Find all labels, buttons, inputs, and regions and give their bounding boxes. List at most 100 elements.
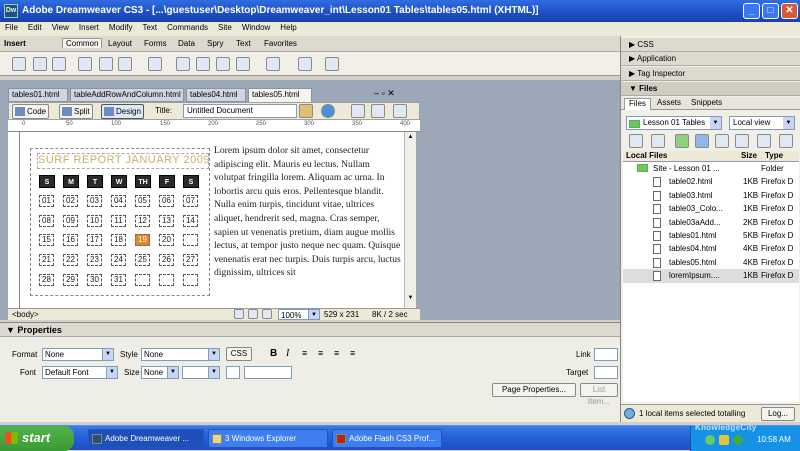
- target-select[interactable]: [594, 366, 618, 379]
- server-side-include-icon[interactable]: [196, 57, 210, 71]
- tab-favorites[interactable]: Favorites: [264, 39, 297, 48]
- tab-text[interactable]: Text: [236, 39, 251, 48]
- application-panel-header[interactable]: ▶ Application: [621, 52, 800, 66]
- expand-icon[interactable]: [779, 134, 793, 148]
- justify-icon[interactable]: ≡: [350, 348, 355, 358]
- calendar-cell[interactable]: 23: [87, 254, 102, 266]
- size-unit-select[interactable]: ▼: [182, 366, 220, 379]
- lorem-ipsum-text[interactable]: Lorem ipsum dolor sit amet, consectetur …: [214, 144, 402, 280]
- style-select[interactable]: None ▼: [141, 348, 220, 361]
- network-icon[interactable]: [705, 435, 715, 445]
- font-select[interactable]: Default Font ▼: [42, 366, 118, 379]
- vertical-scrollbar[interactable]: ▲ ▼: [404, 132, 416, 308]
- task-flash[interactable]: Adobe Flash CS3 Prof...: [332, 429, 442, 448]
- menu-commands[interactable]: Commands: [162, 22, 213, 33]
- file-management-icon[interactable]: [299, 104, 313, 118]
- menu-window[interactable]: Window: [237, 22, 275, 33]
- column-size[interactable]: Size: [741, 151, 757, 160]
- put-files-icon[interactable]: [695, 134, 709, 148]
- column-type[interactable]: Type: [765, 151, 783, 160]
- list-item-button[interactable]: List Item...: [580, 383, 618, 406]
- calendar-cell[interactable]: 04: [111, 195, 126, 207]
- calendar-cell[interactable]: 31: [111, 274, 126, 286]
- calendar-cell[interactable]: 12: [135, 215, 150, 227]
- task-windows-explorer[interactable]: 3 Windows Explorer: [208, 429, 328, 448]
- check-out-icon[interactable]: [715, 134, 729, 148]
- minimize-button[interactable]: _: [743, 3, 760, 19]
- hyperlink-icon[interactable]: [12, 57, 26, 71]
- calendar-cell[interactable]: 16: [63, 234, 78, 246]
- doc-tab-addrowandcolumn[interactable]: tableAddRowAndColumn.html: [70, 88, 184, 102]
- text-color-input[interactable]: [244, 366, 292, 379]
- calendar-cell[interactable]: 01: [39, 195, 54, 207]
- doc-tab-tables05[interactable]: tables05.html: [248, 88, 312, 102]
- bold-button[interactable]: B: [270, 348, 277, 359]
- tag-chooser-icon[interactable]: [325, 57, 339, 71]
- refresh-icon[interactable]: [651, 134, 665, 148]
- tab-assets[interactable]: Assets: [653, 98, 685, 110]
- view-options-icon[interactable]: [371, 104, 385, 118]
- clock[interactable]: 10:58 AM: [757, 435, 791, 444]
- calendar-cell[interactable]: 13: [159, 215, 174, 227]
- calendar-cell[interactable]: [135, 274, 150, 286]
- calendar-cell[interactable]: 27: [183, 254, 198, 266]
- refresh-icon[interactable]: [351, 104, 365, 118]
- file-row[interactable]: table03.html 1KB Firefox D: [623, 189, 799, 202]
- insert-bar-label[interactable]: Insert: [4, 39, 26, 48]
- window-size[interactable]: 529 x 231: [324, 310, 359, 319]
- menu-text[interactable]: Text: [137, 22, 162, 33]
- calendar-cell[interactable]: 08: [39, 215, 54, 227]
- split-view-button[interactable]: Split: [59, 104, 93, 119]
- zoom-tool-icon[interactable]: [262, 309, 272, 319]
- preview-in-browser-icon[interactable]: [321, 104, 335, 118]
- calendar-cell[interactable]: 18: [111, 234, 126, 246]
- email-link-icon[interactable]: [33, 57, 47, 71]
- menu-insert[interactable]: Insert: [74, 22, 104, 33]
- design-view-button[interactable]: Design: [101, 104, 144, 119]
- file-row[interactable]: tables01.html 5KB Firefox D: [623, 229, 799, 242]
- calendar-cell[interactable]: [183, 234, 198, 246]
- code-view-button[interactable]: Code: [12, 104, 50, 119]
- date-icon[interactable]: [176, 57, 190, 71]
- italic-button[interactable]: I: [286, 348, 289, 359]
- menu-help[interactable]: Help: [275, 22, 301, 33]
- file-row[interactable]: loremIpsum.... 1KB Firefox D: [623, 269, 799, 283]
- document-title-input[interactable]: Untitled Document: [183, 104, 297, 118]
- align-left-icon[interactable]: ≡: [302, 348, 307, 358]
- doc-window-controls[interactable]: – ▫ ✕: [374, 88, 395, 99]
- calendar-table[interactable]: SURF REPORT JANUARY 2009 S M T W TH F S 01 02 03 0…: [30, 148, 210, 296]
- calendar-cell[interactable]: 30: [87, 274, 102, 286]
- files-panel-header[interactable]: ▼ Files: [621, 82, 800, 96]
- column-local-files[interactable]: Local Files: [626, 151, 667, 160]
- file-row[interactable]: table03aAdd... 2KB Firefox D: [623, 216, 799, 229]
- view-select[interactable]: Local view ▼: [729, 116, 795, 130]
- calendar-cell[interactable]: 09: [63, 215, 78, 227]
- body-tag[interactable]: <body>: [12, 310, 39, 319]
- menu-modify[interactable]: Modify: [104, 22, 138, 33]
- calendar-cell[interactable]: 14: [183, 215, 198, 227]
- tag-inspector-panel-header[interactable]: ▶ Tag Inspector: [621, 67, 800, 81]
- file-row[interactable]: tables04.html 4KB Firefox D: [623, 242, 799, 255]
- align-center-icon[interactable]: ≡: [318, 348, 323, 358]
- calendar-cell[interactable]: 22: [63, 254, 78, 266]
- scroll-down-arrow-icon[interactable]: ▼: [406, 295, 415, 304]
- visual-aids-icon[interactable]: [393, 104, 407, 118]
- calendar-cell[interactable]: 03: [87, 195, 102, 207]
- tab-common[interactable]: Common: [62, 38, 103, 48]
- file-row[interactable]: table02.html 1KB Firefox D: [623, 175, 799, 188]
- calendar-cell[interactable]: 29: [63, 274, 78, 286]
- site-select[interactable]: Lesson 01 Tables ▼: [626, 116, 722, 130]
- calendar-cell[interactable]: 07: [183, 195, 198, 207]
- div-icon[interactable]: [99, 57, 113, 71]
- file-row[interactable]: tables05.html 4KB Firefox D: [623, 256, 799, 269]
- doc-tab-tables01[interactable]: tables01.html: [8, 88, 68, 102]
- design-view[interactable]: SURF REPORT JANUARY 2009 S M T W TH F S 01 02 03 0…: [20, 132, 412, 308]
- calendar-cell[interactable]: 15: [39, 234, 54, 246]
- calendar-cell[interactable]: 02: [63, 195, 78, 207]
- comment-icon[interactable]: [216, 57, 230, 71]
- calendar-cell[interactable]: 25: [135, 254, 150, 266]
- tab-forms[interactable]: Forms: [144, 39, 167, 48]
- calendar-cell[interactable]: 06: [159, 195, 174, 207]
- format-select[interactable]: None ▼: [42, 348, 114, 361]
- calendar-cell[interactable]: 28: [39, 274, 54, 286]
